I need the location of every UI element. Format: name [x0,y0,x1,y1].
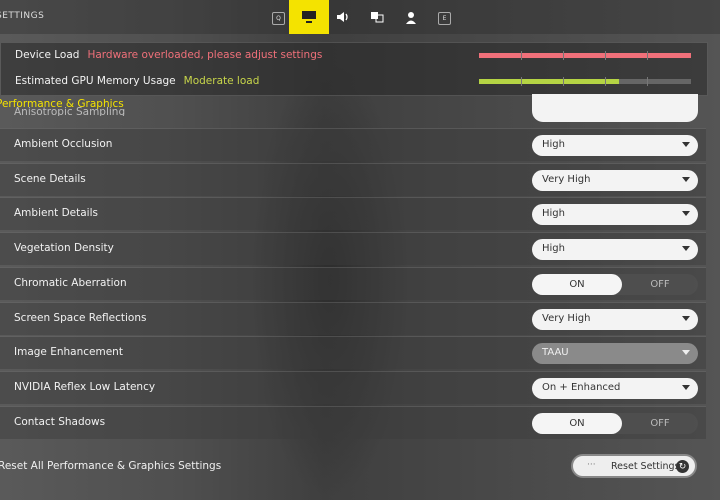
dropdown-value: Very High [542,312,591,324]
setting-dropdown[interactable]: Very High [532,169,698,191]
setting-row: Ambient Occlusion High [0,128,706,161]
dropdown-value: On + Enhanced [542,381,621,393]
reset-hint: ··· [587,460,596,470]
chevron-down-icon [682,176,690,182]
reset-settings-label: Reset Settings [611,461,680,472]
toggle-on-option[interactable]: ON [532,273,622,295]
setting-label: Vegetation Density [14,242,114,255]
reset-all-label: Reset All Performance & Graphics Setting… [0,460,222,472]
setting-toggle[interactable]: ON OFF [532,412,698,434]
dropdown-value: Very High [542,173,591,185]
device-load-bar [479,51,691,60]
dropdown-value: High [542,243,565,255]
tab-audio[interactable] [326,0,360,34]
setting-toggle[interactable]: ON OFF [532,273,698,295]
setting-label: Ambient Occlusion [14,138,113,150]
chevron-down-icon [682,211,690,217]
tab-account[interactable] [394,0,428,34]
setting-dropdown[interactable]: High [532,135,698,156]
user-icon [406,11,416,24]
partial-setting-label: Anisotropic Sampling [14,106,126,116]
setting-row: Vegetation Density High [0,232,706,266]
device-load-label: Device Load [15,49,80,61]
gpu-memory-label: Estimated GPU Memory Usage [15,75,176,87]
setting-row: NVIDIA Reflex Low Latency On + Enhanced [0,370,706,404]
chevron-down-icon [682,350,690,356]
language-icon [371,12,384,23]
gpu-memory-status: Moderate load [183,75,260,87]
gpu-memory-fill [479,79,619,84]
setting-label: Contact Shadows [14,415,106,428]
device-load-status: Hardware overloaded, please adjust setti… [87,49,323,61]
setting-dropdown[interactable]: Very High [532,308,698,330]
dropdown-value: High [542,208,565,220]
dropdown-value: TAAU [542,347,569,359]
device-load-row: Device Load Hardware overloaded, please … [15,43,322,67]
setting-label: Screen Space Reflections [14,311,147,324]
load-panel: Device Load Hardware overloaded, please … [0,42,708,96]
toggle-off-option[interactable]: OFF [622,274,698,295]
chevron-down-icon [682,246,690,252]
setting-dropdown[interactable]: On + Enhanced [532,377,698,399]
gpu-memory-row: Estimated GPU Memory Usage Moderate load [15,69,259,93]
chevron-down-icon [682,142,690,147]
setting-row: Scene Details Very High [0,162,706,196]
setting-row: Ambient Details High [0,197,706,231]
setting-label: Ambient Details [14,207,98,220]
gpu-memory-bar [479,77,691,86]
reset-icon: ↻ [676,460,689,473]
chevron-down-icon [682,384,690,390]
setting-row: Screen Space Reflections Very High [0,301,706,335]
monitor-icon [302,11,316,23]
tab-graphics[interactable] [289,0,329,34]
setting-label: Scene Details [14,172,86,185]
setting-dropdown[interactable]: High [532,239,698,261]
partial-dropdown[interactable] [532,94,698,122]
device-load-fill [479,53,691,58]
setting-label: NVIDIA Reflex Low Latency [14,380,156,393]
toggle-off-option[interactable]: OFF [622,413,698,434]
setting-label: Chromatic Aberration [14,276,127,289]
setting-row: Image Enhancement TAAU [0,336,706,370]
chevron-down-icon [682,315,690,321]
setting-row: Chromatic Aberration ON OFF [0,266,706,300]
top-bar: SETTINGS Q E [0,0,720,34]
speaker-icon [337,12,348,22]
toggle-on-option[interactable]: ON [532,412,622,434]
reset-settings-button[interactable]: ··· Reset Settings ↻ [571,454,697,478]
setting-label: Image Enhancement [14,346,123,359]
setting-dropdown[interactable]: TAAU [532,343,698,365]
dropdown-value: High [542,139,565,150]
setting-dropdown[interactable]: High [532,204,698,226]
e-key-hint: E [438,12,451,25]
q-key-hint: Q [272,12,285,25]
page-title: SETTINGS [0,11,45,21]
tab-language[interactable] [360,0,394,34]
setting-row: Contact Shadows ON OFF [0,405,706,439]
